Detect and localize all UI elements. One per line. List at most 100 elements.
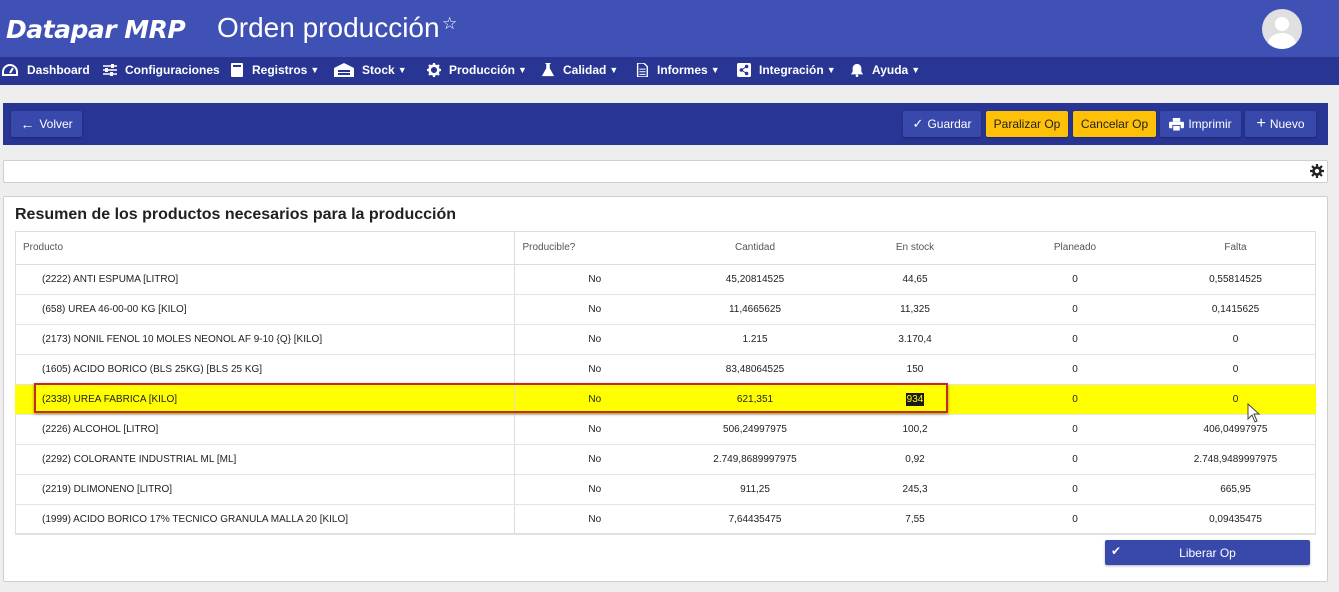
table-row[interactable]: (2219) DLIMONENO [LITRO] No 911,25 245,3… bbox=[15, 474, 1316, 505]
nav-dashboard[interactable]: Dashboard bbox=[2, 63, 90, 77]
cell-producible: No bbox=[514, 294, 675, 325]
col-header-producto[interactable]: Producto bbox=[15, 231, 515, 265]
new-button[interactable]: + Nuevo bbox=[1245, 111, 1316, 137]
table-row[interactable]: (2226) ALCOHOL [LITRO] No 506,24997975 1… bbox=[15, 414, 1316, 445]
print-button[interactable]: Imprimir bbox=[1160, 111, 1241, 137]
settings-gear-icon[interactable] bbox=[1310, 164, 1324, 178]
panel-title: Resumen de los productos necesarios para… bbox=[15, 206, 457, 223]
star-outline-icon[interactable]: ☆ bbox=[442, 14, 457, 34]
nav-integracion[interactable]: Integración ▼ bbox=[736, 63, 836, 77]
cell-en-stock: 44,65 bbox=[835, 264, 995, 295]
table-row[interactable]: (2222) ANTI ESPUMA [LITRO] No 45,2081452… bbox=[15, 264, 1316, 295]
table-row[interactable]: (1605) ACIDO BORICO (BLS 25KG) [BLS 25 K… bbox=[15, 354, 1316, 385]
check-icon: ✓ bbox=[912, 116, 924, 131]
pause-op-button[interactable]: Paralizar Op bbox=[986, 111, 1068, 137]
cell-cantidad: 45,20814525 bbox=[675, 264, 835, 295]
table-row[interactable]: (658) UREA 46-00-00 KG [KILO] No 11,4665… bbox=[15, 294, 1316, 325]
cell-producible: No bbox=[514, 384, 675, 415]
action-toolbar: ← Volver ✓ Guardar Paralizar Op Cancelar… bbox=[3, 103, 1328, 145]
sliders-icon bbox=[103, 64, 117, 76]
col-header-cantidad[interactable]: Cantidad bbox=[675, 231, 835, 265]
col-header-producible[interactable]: Producible? bbox=[514, 231, 675, 265]
back-label: Volver bbox=[39, 117, 73, 131]
nav-registros[interactable]: Registros ▼ bbox=[229, 63, 319, 77]
share-icon bbox=[737, 63, 751, 77]
save-button[interactable]: ✓ Guardar bbox=[903, 111, 981, 137]
col-header-en-stock[interactable]: En stock bbox=[835, 231, 995, 265]
nav-calidad[interactable]: Calidad ▼ bbox=[540, 63, 618, 77]
cancel-label: Cancelar Op bbox=[1080, 117, 1149, 131]
table-row[interactable]: (2292) COLORANTE INDUSTRIAL ML [ML] No 2… bbox=[15, 444, 1316, 475]
products-table: Producto Producible? Cantidad En stock P… bbox=[15, 231, 1316, 535]
cell-producto: (658) UREA 46-00-00 KG [KILO] bbox=[15, 294, 515, 325]
avatar-head-icon bbox=[1275, 17, 1289, 31]
nav-stock[interactable]: Stock ▼ bbox=[333, 63, 407, 77]
cell-producible: No bbox=[514, 354, 675, 385]
cell-en-stock: 245,3 bbox=[835, 474, 995, 505]
document-icon bbox=[636, 63, 648, 77]
nav-informes[interactable]: Informes ▼ bbox=[634, 63, 720, 77]
cell-producto: (2292) COLORANTE INDUSTRIAL ML [ML] bbox=[15, 444, 515, 475]
table-row[interactable]: (1999) ACIDO BORICO 17% TECNICO GRANULA … bbox=[15, 504, 1316, 535]
chevron-down-icon: ▼ bbox=[826, 65, 836, 75]
col-header-planeado[interactable]: Planeado bbox=[995, 231, 1155, 265]
cell-planeado: 0 bbox=[995, 384, 1155, 415]
nav-label: Ayuda bbox=[872, 63, 909, 77]
back-button[interactable]: ← Volver bbox=[11, 111, 82, 137]
cell-en-stock: 150 bbox=[835, 354, 995, 385]
brand-logo[interactable]: Datapar MRP bbox=[6, 15, 186, 44]
chevron-down-icon: ▼ bbox=[609, 65, 619, 75]
cell-cantidad: 2.749,8689997975 bbox=[675, 444, 835, 475]
dashboard-icon bbox=[2, 63, 18, 76]
nav-produccion[interactable]: Producción ▼ bbox=[426, 63, 527, 77]
mouse-cursor-icon bbox=[1247, 403, 1261, 423]
cell-cantidad: 621,351 bbox=[675, 384, 835, 415]
cell-producto: (2226) ALCOHOL [LITRO] bbox=[15, 414, 515, 445]
nav-label: Registros bbox=[252, 63, 308, 77]
release-op-button[interactable]: ✔ Liberar Op bbox=[1105, 540, 1310, 565]
filter-bar[interactable] bbox=[3, 160, 1328, 183]
cell-falta: 665,95 bbox=[1155, 474, 1316, 505]
nav-configuraciones[interactable]: Configuraciones bbox=[102, 63, 220, 77]
chevron-down-icon: ▼ bbox=[397, 65, 407, 75]
page-title: Orden producción bbox=[217, 12, 440, 43]
cell-falta: 0,1415625 bbox=[1155, 294, 1316, 325]
cell-producto: (2222) ANTI ESPUMA [LITRO] bbox=[15, 264, 515, 295]
warehouse-icon bbox=[334, 63, 354, 77]
cell-planeado: 0 bbox=[995, 414, 1155, 445]
arrow-left-icon: ← bbox=[20, 116, 35, 132]
cell-en-stock: 7,55 bbox=[835, 504, 995, 535]
cell-planeado: 0 bbox=[995, 504, 1155, 535]
avatar[interactable] bbox=[1262, 9, 1302, 49]
gear-icon bbox=[427, 63, 441, 77]
main-nav: Dashboard Configuraciones Registros ▼ Sto… bbox=[0, 57, 1339, 85]
cell-producible: No bbox=[514, 444, 675, 475]
cell-producto: (2338) UREA FABRICA [KILO] bbox=[15, 384, 515, 415]
cell-falta: 0 bbox=[1155, 384, 1316, 415]
nav-ayuda[interactable]: Ayuda ▼ bbox=[849, 63, 920, 77]
cancel-op-button[interactable]: Cancelar Op bbox=[1073, 111, 1156, 137]
cell-falta: 0,09435475 bbox=[1155, 504, 1316, 535]
cell-producto: (1605) ACIDO BORICO (BLS 25KG) [BLS 25 K… bbox=[15, 354, 515, 385]
new-label: Nuevo bbox=[1269, 117, 1305, 131]
table-row[interactable]: (2173) NONIL FENOL 10 MOLES NEONOL AF 9-… bbox=[15, 324, 1316, 355]
table-row-highlighted[interactable]: (2338) UREA FABRICA [KILO] No 621,351 93… bbox=[15, 384, 1316, 415]
cell-planeado: 0 bbox=[995, 474, 1155, 505]
cell-planeado: 0 bbox=[995, 294, 1155, 325]
save-label: Guardar bbox=[927, 117, 972, 131]
cell-planeado: 0 bbox=[995, 354, 1155, 385]
cell-falta: 0 bbox=[1155, 324, 1316, 355]
plus-icon: + bbox=[1256, 115, 1266, 132]
cell-cantidad: 911,25 bbox=[675, 474, 835, 505]
cell-en-stock: 0,92 bbox=[835, 444, 995, 475]
avatar-body-icon bbox=[1268, 33, 1296, 49]
cell-planeado: 0 bbox=[995, 324, 1155, 355]
nav-label: Stock bbox=[362, 63, 395, 77]
nav-label: Integración bbox=[759, 63, 824, 77]
cell-producto: (2219) DLIMONENO [LITRO] bbox=[15, 474, 515, 505]
cell-cantidad: 11,4665625 bbox=[675, 294, 835, 325]
cell-falta: 2.748,9489997975 bbox=[1155, 444, 1316, 475]
cell-falta: 0 bbox=[1155, 354, 1316, 385]
pause-label: Paralizar Op bbox=[993, 117, 1061, 131]
col-header-falta[interactable]: Falta bbox=[1155, 231, 1316, 265]
